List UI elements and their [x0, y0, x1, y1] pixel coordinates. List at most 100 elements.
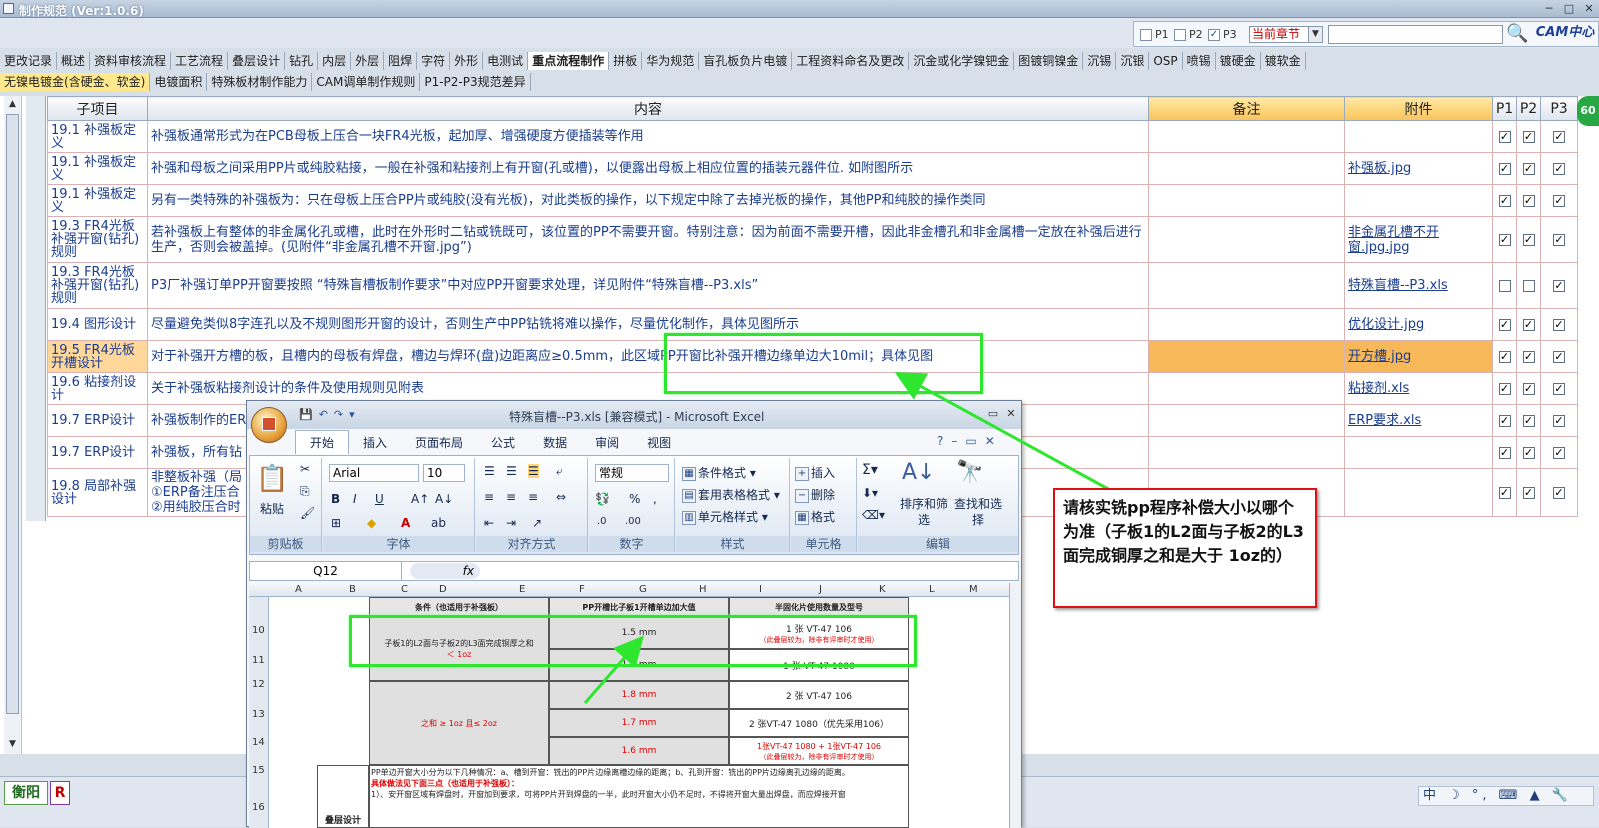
row-label[interactable]: 14 — [252, 737, 265, 748]
column-label[interactable]: D — [439, 583, 447, 597]
tab-6[interactable]: 内层 — [318, 52, 352, 70]
cell-content[interactable]: 另有一类特殊的补强板为：只在母板上压合PP片或纯胶(没有光板)，对此类板的操作，… — [147, 184, 1149, 217]
tab-0[interactable]: 更改记录 — [0, 52, 58, 70]
subtab-2[interactable]: 特殊板材制作能力 — [207, 73, 313, 91]
row-label[interactable]: 15 — [252, 765, 265, 776]
col-attach-header[interactable]: 附件 — [1344, 96, 1493, 121]
ribbon-tab-5[interactable]: 审阅 — [581, 431, 633, 455]
fill-icon[interactable]: ⬇▾ — [862, 486, 878, 500]
cell-attach[interactable]: 优化设计.jpg — [1344, 308, 1493, 341]
column-label[interactable]: J — [819, 583, 822, 597]
align-right-icon[interactable]: ≡ — [528, 490, 538, 504]
cell-attach[interactable] — [1344, 468, 1493, 517]
cell-content[interactable]: 补强和母板之间采用PP片或纯胶粘接，一般在补强和粘接剂上有开窗(孔或槽)，以便露… — [147, 152, 1149, 185]
subtab-4[interactable]: P1-P2-P3规范差异 — [420, 73, 531, 91]
column-label[interactable]: E — [519, 583, 525, 597]
fill-color-icon[interactable]: ◆ — [367, 516, 376, 530]
column-label[interactable]: M — [969, 583, 978, 597]
p2-checkbox[interactable]: ✓ — [1522, 233, 1535, 246]
font-name-select[interactable]: Arial — [329, 464, 419, 482]
currency-icon[interactable]: 💱 — [595, 492, 610, 506]
column-label[interactable]: K — [879, 583, 886, 597]
p3-checkbox[interactable]: ✓ — [1553, 350, 1565, 363]
bold-icon[interactable]: B — [331, 492, 340, 506]
office-button[interactable] — [251, 407, 287, 443]
tab-14[interactable]: 华为规范 — [642, 52, 700, 70]
table-row[interactable]: 19.1 补强板定义 另有一类特殊的补强板为：只在母板上压合PP片或纯胶(没有光板… — [47, 184, 1578, 217]
status-r[interactable]: R — [50, 781, 70, 805]
p3-checkbox[interactable]: ✓ — [1553, 194, 1565, 207]
cell-value-3[interactable]: 1.8 mm — [549, 681, 729, 709]
cell-sub[interactable]: 19.1 补强板定义 — [47, 184, 148, 217]
tab-10[interactable]: 外形 — [450, 52, 484, 70]
cell-attach[interactable]: 开方槽.jpg — [1344, 340, 1493, 373]
scroll-up-icon[interactable]: ▲ — [5, 96, 20, 112]
table-format-button[interactable]: ▤ 套用表格格式 ▾ — [682, 486, 780, 503]
cell-condition-header[interactable]: 条件（也适用于补强板） — [369, 597, 549, 617]
font-color-icon[interactable]: A — [401, 516, 410, 530]
p3-checkbox[interactable]: ✓ — [1553, 279, 1565, 292]
cell-sub[interactable]: 19.7 ERP设计 — [47, 436, 148, 469]
orientation-icon[interactable]: ↗ — [532, 516, 542, 530]
p2-checkbox[interactable]: ✓ — [1522, 486, 1535, 499]
row-label[interactable]: 11 — [252, 655, 265, 666]
scroll-thumb[interactable] — [6, 114, 19, 714]
increase-decimal-icon[interactable]: .0 — [597, 516, 607, 527]
p2-checkbox[interactable]: ✓ — [1522, 130, 1535, 143]
p1-checkbox[interactable]: ✓ — [1498, 318, 1511, 331]
p1-checkbox[interactable]: ✓ — [1498, 162, 1511, 175]
fx-icon[interactable]: fx — [410, 563, 480, 579]
tab-12[interactable]: 重点流程制作 — [528, 52, 610, 70]
subtab-1[interactable]: 电镀面积 — [150, 73, 208, 91]
cell-sub[interactable]: 19.1 补强板定义 — [47, 152, 148, 185]
p2-checkbox[interactable] — [1522, 279, 1535, 292]
cell-remark[interactable] — [1148, 436, 1345, 469]
wrap-icon[interactable]: ⤶ — [556, 464, 563, 479]
p3-checkbox[interactable]: ✓ — [1553, 414, 1565, 427]
indent-inc-icon[interactable]: ⇥ — [506, 516, 516, 530]
p2-checkbox[interactable]: ✓ — [1522, 350, 1535, 363]
tab-20[interactable]: 沉银 — [1116, 52, 1150, 70]
p1-checkbox[interactable]: ✓ — [1498, 130, 1511, 143]
tab-9[interactable]: 字符 — [417, 52, 451, 70]
tab-4[interactable]: 叠层设计 — [228, 52, 286, 70]
delete-cells-button[interactable]: − 删除 — [795, 486, 835, 503]
cell-content[interactable]: 对于补强开方槽的板，且槽内的母板有焊盘，槽边与焊环(盘)边距离应≥0.5mm，此… — [147, 340, 1149, 373]
p2-checkbox[interactable]: ✓ — [1522, 414, 1535, 427]
cell-remark[interactable] — [1148, 308, 1345, 341]
tab-21[interactable]: OSP — [1149, 52, 1183, 70]
cell-semi-5[interactable]: 1张VT-47 1080 + 1张VT-47 106 （此叠层较为，除非有评审时才… — [729, 737, 909, 765]
p3-checkbox[interactable]: ✓ — [1553, 318, 1565, 331]
status-city[interactable]: 衡阳 — [4, 781, 48, 805]
maximize-icon[interactable]: □ — [1560, 2, 1578, 16]
paste-icon[interactable]: 📋 — [256, 464, 288, 494]
col-content-header[interactable]: 内容 — [147, 96, 1149, 121]
ribbon-tab-1[interactable]: 插入 — [349, 431, 401, 455]
tab-24[interactable]: 镀软金 — [1261, 52, 1306, 70]
cell-attach[interactable] — [1344, 184, 1493, 217]
excel-close-icon[interactable]: ✕ — [1003, 407, 1019, 421]
cell-attach[interactable] — [1344, 436, 1493, 469]
cell-sub[interactable]: 19.7 ERP设计 — [47, 404, 148, 437]
tab-23[interactable]: 镀硬金 — [1216, 52, 1261, 70]
col-p2-header[interactable]: P2 — [1516, 96, 1541, 121]
row-label[interactable]: 16 — [252, 802, 265, 813]
column-label[interactable]: I — [759, 583, 762, 597]
column-label[interactable]: A — [295, 583, 302, 597]
excel-minimize-icon[interactable]: ▭ — [985, 407, 1001, 421]
cell-style-button[interactable]: ▥ 单元格样式 ▾ — [682, 508, 768, 525]
p3-checkbox[interactable]: ✓ — [1553, 486, 1565, 499]
cell-sub[interactable]: 19.8 局部补强设计 — [47, 468, 148, 517]
cell-remark[interactable] — [1148, 184, 1345, 217]
cell-remark[interactable] — [1148, 262, 1345, 309]
align-left-icon[interactable]: ≡ — [484, 490, 494, 504]
tab-16[interactable]: 工程资料命名及更改 — [792, 52, 910, 70]
number-format-select[interactable]: 常规 — [595, 464, 669, 482]
font-grow-icon[interactable]: A↑ — [411, 492, 429, 506]
tab-7[interactable]: 外层 — [351, 52, 385, 70]
cell-content[interactable]: 尽量避免类似8字连孔以及不规则图形开窗的设计，否则生产中PP钻铣将难以操作，尽量… — [147, 308, 1149, 341]
cell-content[interactable]: 补强板通常形式为在PCB母板上压合一块FR4光板，起加厚、增强硬度方便插装等作用 — [147, 120, 1149, 153]
column-label[interactable]: L — [929, 583, 935, 597]
tab-2[interactable]: 资料审核流程 — [90, 52, 172, 70]
cell-sub[interactable]: 19.4 图形设计 — [47, 308, 148, 341]
